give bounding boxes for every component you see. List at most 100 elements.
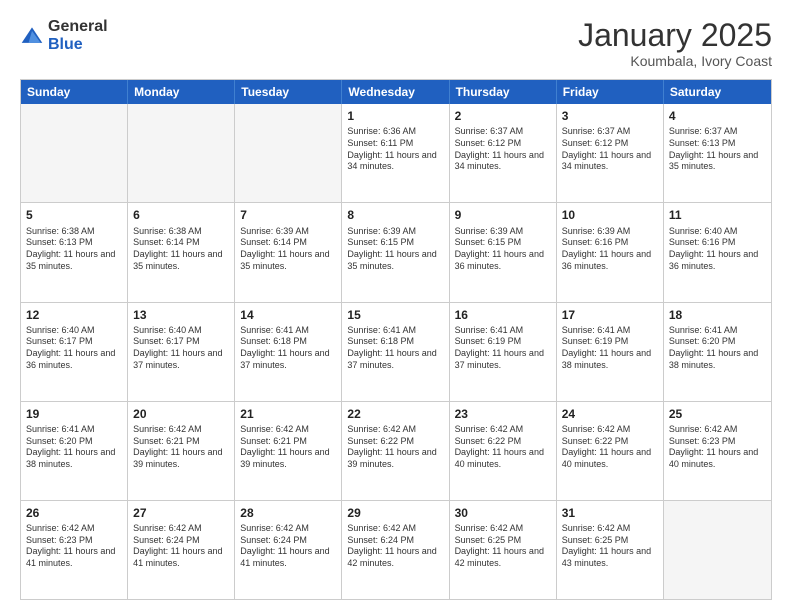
day-info: Sunrise: 6:41 AM Sunset: 6:19 PM Dayligh… — [455, 325, 551, 372]
day-info: Sunrise: 6:37 AM Sunset: 6:12 PM Dayligh… — [562, 126, 658, 173]
calendar-cell-w1-d3 — [235, 104, 342, 202]
day-info: Sunrise: 6:42 AM Sunset: 6:21 PM Dayligh… — [133, 424, 229, 471]
calendar-cell-w3-d5: 16 Sunrise: 6:41 AM Sunset: 6:19 PM Dayli… — [450, 303, 557, 401]
day-info: Sunrise: 6:42 AM Sunset: 6:22 PM Dayligh… — [347, 424, 443, 471]
day-info: Sunrise: 6:40 AM Sunset: 6:17 PM Dayligh… — [26, 325, 122, 372]
day-info: Sunrise: 6:37 AM Sunset: 6:13 PM Dayligh… — [669, 126, 766, 173]
day-number: 21 — [240, 406, 336, 422]
calendar-cell-w4-d6: 24Sunrise: 6:42 AM Sunset: 6:22 PM Dayli… — [557, 402, 664, 500]
day-info: Sunrise: 6:41 AM Sunset: 6:19 PM Dayligh… — [562, 325, 658, 372]
calendar-week-3: 12 Sunrise: 6:40 AM Sunset: 6:17 PM Dayli… — [21, 302, 771, 401]
day-info: Sunrise: 6:41 AM Sunset: 6:20 PM Dayligh… — [26, 424, 122, 471]
calendar-cell-w2-d7: 11 Sunrise: 6:40 AM Sunset: 6:16 PM Dayli… — [664, 203, 771, 301]
day-info: Sunrise: 6:41 AM Sunset: 6:18 PM Dayligh… — [240, 325, 336, 372]
day-number: 24 — [562, 406, 658, 422]
header-thursday: Thursday — [450, 80, 557, 104]
day-number: 19 — [26, 406, 122, 422]
calendar-cell-w5-d2: 27Sunrise: 6:42 AM Sunset: 6:24 PM Dayli… — [128, 501, 235, 599]
day-info: Sunrise: 6:37 AM Sunset: 6:12 PM Dayligh… — [455, 126, 551, 173]
day-number: 26 — [26, 505, 122, 521]
day-number: 12 — [26, 307, 122, 323]
header-friday: Friday — [557, 80, 664, 104]
day-number: 16 — [455, 307, 551, 323]
day-number: 8 — [347, 207, 443, 223]
day-info: Sunrise: 6:40 AM Sunset: 6:17 PM Dayligh… — [133, 325, 229, 372]
day-number: 3 — [562, 108, 658, 124]
day-number: 17 — [562, 307, 658, 323]
day-number: 10 — [562, 207, 658, 223]
calendar-week-2: 5Sunrise: 6:38 AM Sunset: 6:13 PM Daylig… — [21, 202, 771, 301]
day-info: Sunrise: 6:36 AM Sunset: 6:11 PM Dayligh… — [347, 126, 443, 173]
calendar-cell-w4-d5: 23 Sunrise: 6:42 AM Sunset: 6:22 PM Dayli… — [450, 402, 557, 500]
day-info: Sunrise: 6:38 AM Sunset: 6:14 PM Dayligh… — [133, 226, 229, 273]
calendar: Sunday Monday Tuesday Wednesday Thursday… — [20, 79, 772, 600]
day-number: 6 — [133, 207, 229, 223]
day-number: 22 — [347, 406, 443, 422]
calendar-cell-w4-d2: 20 Sunrise: 6:42 AM Sunset: 6:21 PM Dayli… — [128, 402, 235, 500]
day-info: Sunrise: 6:41 AM Sunset: 6:20 PM Dayligh… — [669, 325, 766, 372]
calendar-cell-w3-d4: 15 Sunrise: 6:41 AM Sunset: 6:18 PM Dayli… — [342, 303, 449, 401]
page: General Blue January 2025 Koumbala, Ivor… — [0, 0, 792, 612]
day-number: 15 — [347, 307, 443, 323]
day-number: 14 — [240, 307, 336, 323]
day-info: Sunrise: 6:42 AM Sunset: 6:22 PM Dayligh… — [455, 424, 551, 471]
header-saturday: Saturday — [664, 80, 771, 104]
calendar-cell-w3-d2: 13 Sunrise: 6:40 AM Sunset: 6:17 PM Dayli… — [128, 303, 235, 401]
calendar-cell-w3-d3: 14 Sunrise: 6:41 AM Sunset: 6:18 PM Dayli… — [235, 303, 342, 401]
day-info: Sunrise: 6:42 AM Sunset: 6:25 PM Dayligh… — [455, 523, 551, 570]
header: General Blue January 2025 Koumbala, Ivor… — [20, 18, 772, 69]
header-sunday: Sunday — [21, 80, 128, 104]
calendar-week-4: 19 Sunrise: 6:41 AM Sunset: 6:20 PM Dayli… — [21, 401, 771, 500]
calendar-cell-w2-d3: 7Sunrise: 6:39 AM Sunset: 6:14 PM Daylig… — [235, 203, 342, 301]
calendar-week-1: 1Sunrise: 6:36 AM Sunset: 6:11 PM Daylig… — [21, 104, 771, 202]
calendar-cell-w5-d5: 30 Sunrise: 6:42 AM Sunset: 6:25 PM Dayli… — [450, 501, 557, 599]
day-info: Sunrise: 6:39 AM Sunset: 6:15 PM Dayligh… — [455, 226, 551, 273]
day-info: Sunrise: 6:38 AM Sunset: 6:13 PM Dayligh… — [26, 226, 122, 273]
day-number: 7 — [240, 207, 336, 223]
calendar-cell-w1-d1 — [21, 104, 128, 202]
calendar-cell-w2-d6: 10Sunrise: 6:39 AM Sunset: 6:16 PM Dayli… — [557, 203, 664, 301]
day-number: 25 — [669, 406, 766, 422]
calendar-week-5: 26 Sunrise: 6:42 AM Sunset: 6:23 PM Dayli… — [21, 500, 771, 599]
logo-icon — [20, 24, 44, 48]
day-info: Sunrise: 6:42 AM Sunset: 6:21 PM Dayligh… — [240, 424, 336, 471]
day-info: Sunrise: 6:42 AM Sunset: 6:23 PM Dayligh… — [26, 523, 122, 570]
day-number: 30 — [455, 505, 551, 521]
header-wednesday: Wednesday — [342, 80, 449, 104]
day-info: Sunrise: 6:39 AM Sunset: 6:15 PM Dayligh… — [347, 226, 443, 273]
calendar-cell-w1-d5: 2 Sunrise: 6:37 AM Sunset: 6:12 PM Daylig… — [450, 104, 557, 202]
day-number: 20 — [133, 406, 229, 422]
day-info: Sunrise: 6:41 AM Sunset: 6:18 PM Dayligh… — [347, 325, 443, 372]
calendar-cell-w4-d1: 19 Sunrise: 6:41 AM Sunset: 6:20 PM Dayli… — [21, 402, 128, 500]
calendar-body: 1Sunrise: 6:36 AM Sunset: 6:11 PM Daylig… — [21, 104, 771, 599]
calendar-cell-w5-d4: 29Sunrise: 6:42 AM Sunset: 6:24 PM Dayli… — [342, 501, 449, 599]
day-number: 23 — [455, 406, 551, 422]
calendar-cell-w2-d2: 6 Sunrise: 6:38 AM Sunset: 6:14 PM Daylig… — [128, 203, 235, 301]
calendar-cell-w3-d1: 12 Sunrise: 6:40 AM Sunset: 6:17 PM Dayli… — [21, 303, 128, 401]
day-number: 29 — [347, 505, 443, 521]
day-info: Sunrise: 6:42 AM Sunset: 6:24 PM Dayligh… — [133, 523, 229, 570]
logo: General Blue — [20, 18, 108, 53]
title-month: January 2025 — [578, 18, 772, 53]
header-monday: Monday — [128, 80, 235, 104]
calendar-cell-w2-d1: 5Sunrise: 6:38 AM Sunset: 6:13 PM Daylig… — [21, 203, 128, 301]
calendar-cell-w5-d6: 31Sunrise: 6:42 AM Sunset: 6:25 PM Dayli… — [557, 501, 664, 599]
header-tuesday: Tuesday — [235, 80, 342, 104]
day-number: 2 — [455, 108, 551, 124]
day-info: Sunrise: 6:40 AM Sunset: 6:16 PM Dayligh… — [669, 226, 766, 273]
calendar-cell-w2-d5: 9 Sunrise: 6:39 AM Sunset: 6:15 PM Daylig… — [450, 203, 557, 301]
calendar-cell-w4-d7: 25Sunrise: 6:42 AM Sunset: 6:23 PM Dayli… — [664, 402, 771, 500]
calendar-cell-w3-d7: 18 Sunrise: 6:41 AM Sunset: 6:20 PM Dayli… — [664, 303, 771, 401]
calendar-cell-w5-d7 — [664, 501, 771, 599]
day-info: Sunrise: 6:42 AM Sunset: 6:24 PM Dayligh… — [240, 523, 336, 570]
calendar-cell-w5-d1: 26 Sunrise: 6:42 AM Sunset: 6:23 PM Dayli… — [21, 501, 128, 599]
calendar-cell-w1-d7: 4Sunrise: 6:37 AM Sunset: 6:13 PM Daylig… — [664, 104, 771, 202]
day-number: 28 — [240, 505, 336, 521]
day-number: 11 — [669, 207, 766, 223]
logo-general: General — [48, 18, 108, 36]
day-number: 18 — [669, 307, 766, 323]
day-number: 9 — [455, 207, 551, 223]
day-number: 13 — [133, 307, 229, 323]
calendar-header: Sunday Monday Tuesday Wednesday Thursday… — [21, 80, 771, 104]
calendar-cell-w1-d2 — [128, 104, 235, 202]
